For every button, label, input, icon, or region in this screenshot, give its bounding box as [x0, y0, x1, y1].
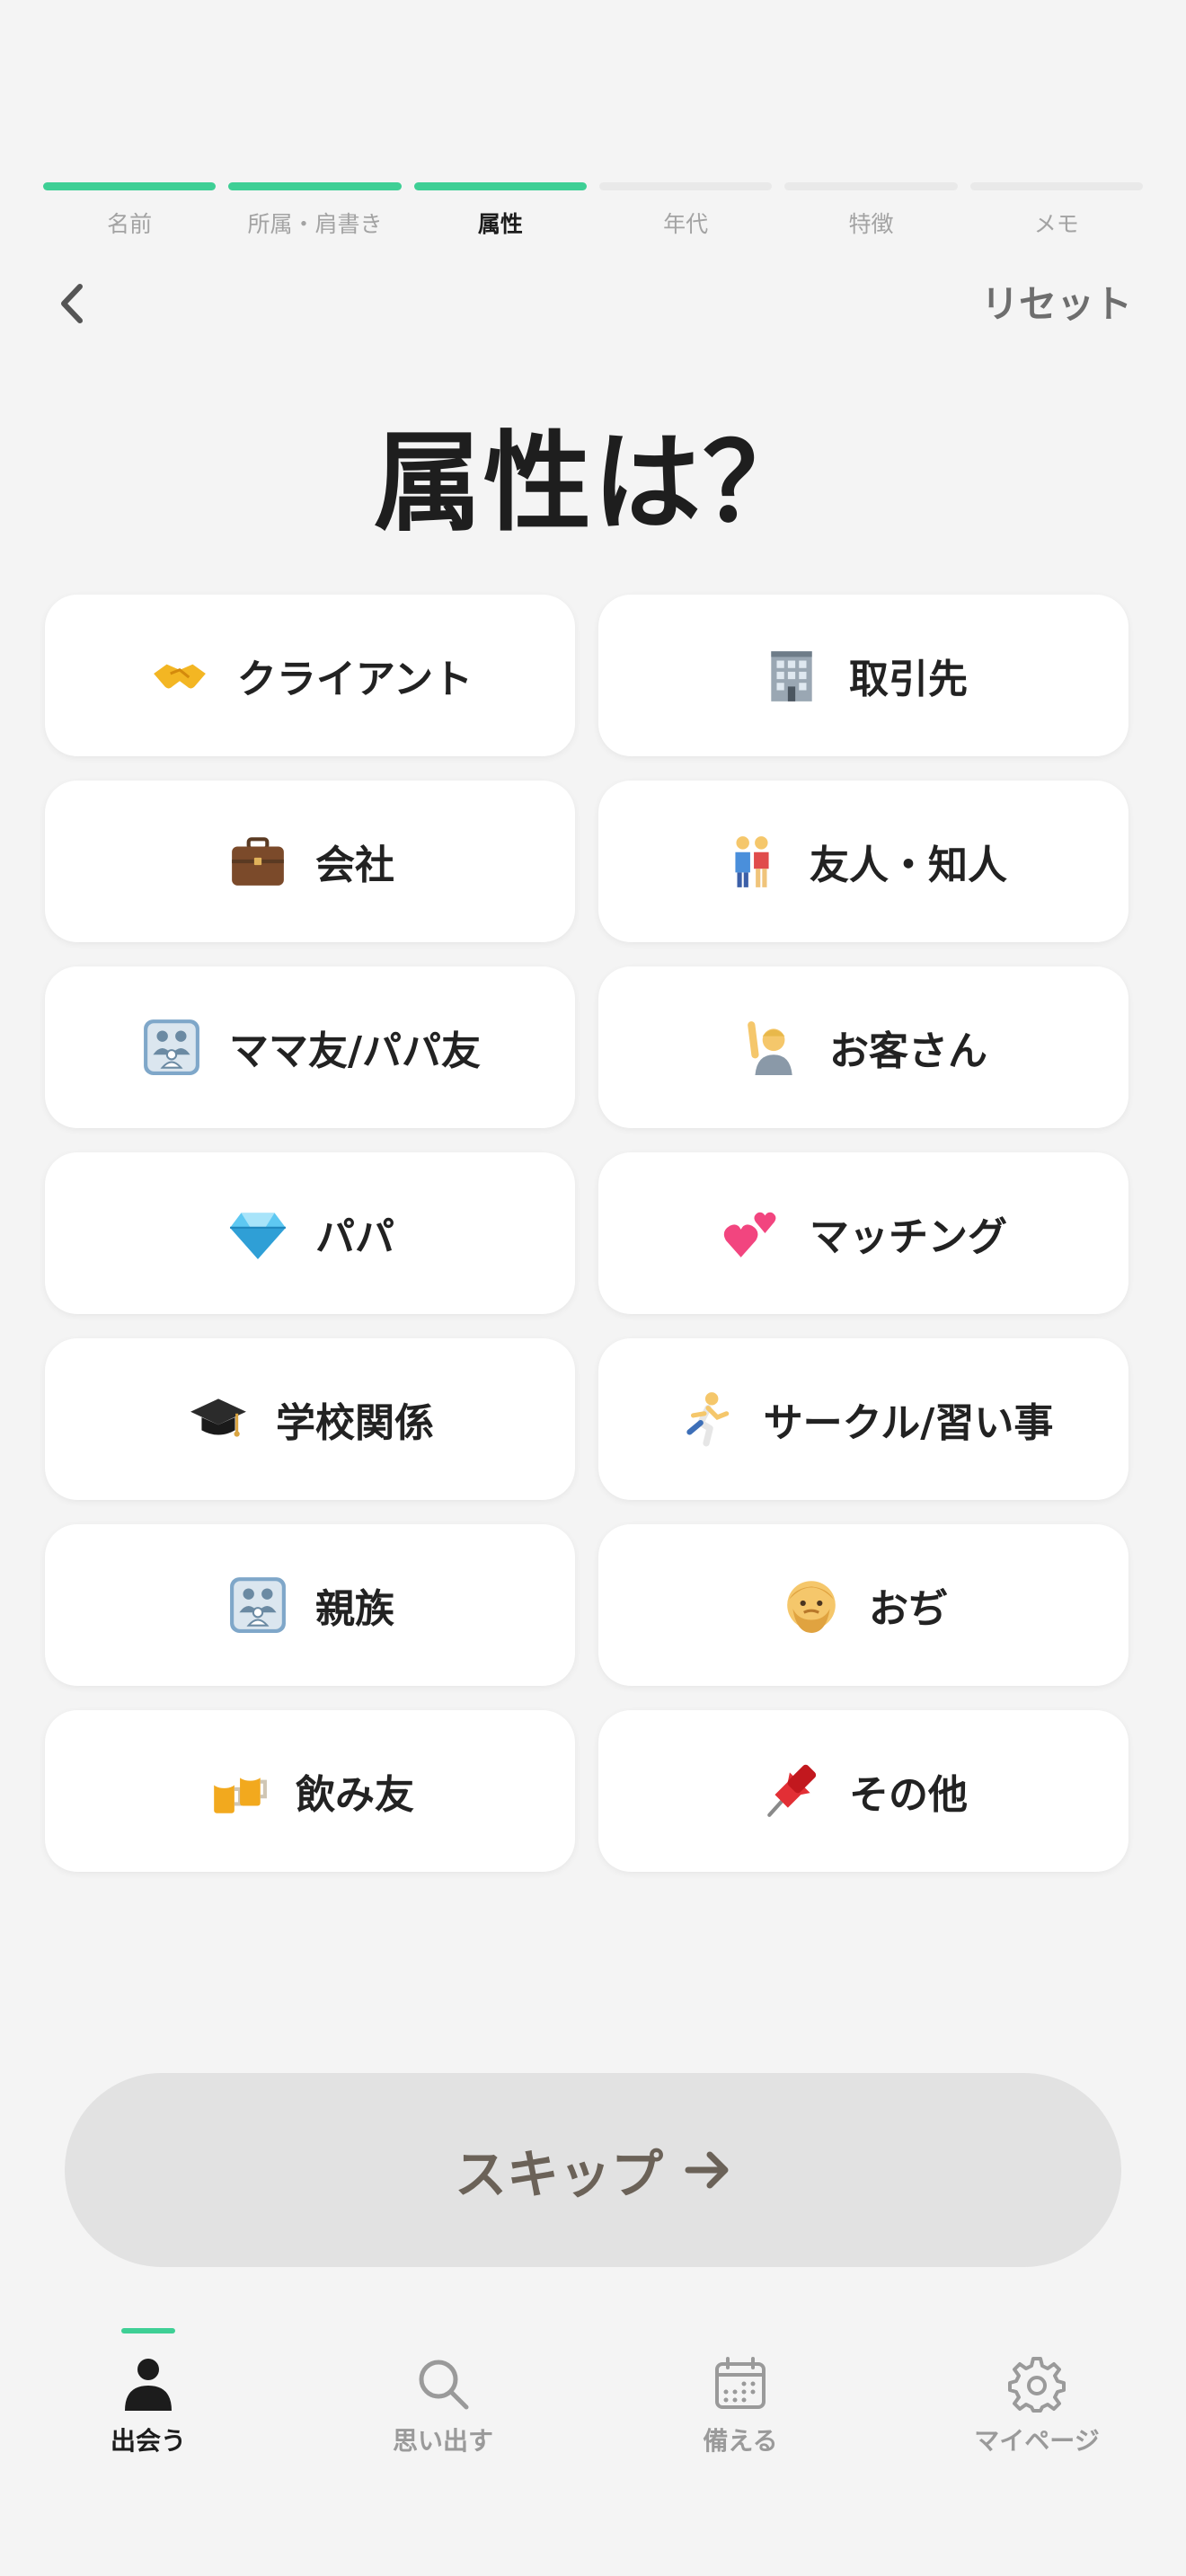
step-memo[interactable]: メモ: [969, 182, 1143, 239]
tab-recall[interactable]: 思い出す: [344, 2328, 542, 2457]
step-features[interactable]: 特徴: [784, 182, 958, 239]
option-drinking-friends[interactable]: 飲み友: [45, 1710, 575, 1872]
step-label: 特徴: [848, 211, 894, 237]
search-icon: [419, 2360, 469, 2410]
arrow-right-icon: [685, 2151, 729, 2189]
back-button[interactable]: [47, 278, 97, 329]
step-name[interactable]: 名前: [43, 182, 217, 239]
step-bar: [598, 182, 773, 190]
step-label: 属性: [477, 211, 523, 237]
chevron-left-icon: [61, 284, 83, 323]
family-icon: [226, 1573, 290, 1637]
tab-prepare[interactable]: 備える: [642, 2328, 839, 2457]
step-bar: [784, 182, 958, 190]
bottom-tab-bar: 出会う 思い出す 備える マイページ: [0, 2328, 1186, 2472]
graduation-cap-icon: [186, 1387, 251, 1451]
option-company[interactable]: 会社: [45, 781, 575, 942]
attribute-options: クライアント 取引先 会社 友人・知人 ママ友/パパ友 お客さん パパ マッチン…: [45, 595, 1128, 1872]
person-icon: [125, 2359, 172, 2411]
step-bar: [413, 182, 587, 190]
option-label: 友人・知人: [810, 842, 1007, 888]
option-relatives[interactable]: 親族: [45, 1524, 575, 1686]
runner-icon: [674, 1387, 739, 1451]
pushpin-icon: [759, 1759, 824, 1823]
step-age[interactable]: 年代: [598, 182, 773, 239]
page-title: 属性は？: [374, 421, 812, 546]
beer-mugs-icon: [206, 1759, 270, 1823]
gem-icon: [226, 1201, 290, 1266]
option-oji[interactable]: おぢ: [598, 1524, 1128, 1686]
gear-icon: [1008, 2357, 1066, 2413]
option-matching[interactable]: マッチング: [598, 1152, 1128, 1314]
option-label: マッチング: [810, 1214, 1007, 1260]
progress-steps: 名前 所属・肩書き 属性 年代 特徴 メモ: [43, 182, 1143, 239]
family-icon: [139, 1015, 204, 1080]
option-label: お客さん: [829, 1028, 987, 1074]
option-label: パパ: [315, 1214, 394, 1260]
briefcase-icon: [226, 829, 290, 894]
calendar-icon: [715, 2357, 766, 2409]
step-affiliation[interactable]: 所属・肩書き: [228, 182, 402, 239]
tab-meet[interactable]: 出会う: [49, 2328, 247, 2457]
option-label: ママ友/パパ友: [228, 1028, 482, 1074]
option-parent-friends[interactable]: ママ友/パパ友: [45, 966, 575, 1128]
option-label: 学校関係: [276, 1400, 434, 1446]
step-label: 名前: [107, 211, 153, 237]
option-business-partner[interactable]: 取引先: [598, 595, 1128, 756]
older-man-icon: [779, 1573, 844, 1637]
option-school[interactable]: 学校関係: [45, 1338, 575, 1500]
tab-mypage[interactable]: マイページ: [938, 2328, 1136, 2457]
option-papa[interactable]: パパ: [45, 1152, 575, 1314]
option-label: 飲み友: [296, 1772, 414, 1818]
step-bar: [43, 182, 217, 190]
option-client[interactable]: クライアント: [45, 595, 575, 756]
tab-active-indicator: [416, 2328, 470, 2333]
skip-button[interactable]: スキップ: [65, 2073, 1121, 2267]
reset-button[interactable]: リセット: [981, 274, 1132, 329]
option-label: 会社: [315, 842, 394, 888]
tab-label: マイページ: [974, 2426, 1100, 2456]
tab-label: 備える: [703, 2426, 778, 2456]
tab-label: 思い出す: [392, 2426, 493, 2456]
handshake-icon: [147, 643, 212, 708]
option-circle[interactable]: サークル/習い事: [598, 1338, 1128, 1500]
person-raising-hand-icon: [739, 1015, 804, 1080]
step-bar: [969, 182, 1143, 190]
option-customer[interactable]: お客さん: [598, 966, 1128, 1128]
tab-active-indicator: [713, 2328, 767, 2333]
two-hearts-icon: [720, 1201, 784, 1266]
couple-icon: [720, 829, 784, 894]
option-label: その他: [849, 1772, 968, 1818]
option-other[interactable]: その他: [598, 1710, 1128, 1872]
office-building-icon: [759, 643, 824, 708]
step-label: 年代: [663, 211, 709, 237]
step-label: 所属・肩書き: [247, 211, 383, 237]
tab-active-indicator: [1010, 2328, 1064, 2333]
option-label: サークル/習い事: [763, 1400, 1054, 1446]
step-attribute[interactable]: 属性: [413, 182, 587, 239]
option-label: クライアント: [236, 657, 474, 702]
step-bar: [228, 182, 402, 190]
attribute-selection-screen: 名前 所属・肩書き 属性 年代 特徴 メモ リセット 属性は？ クライアント 取…: [0, 0, 1186, 2576]
option-label: 取引先: [849, 657, 968, 702]
option-label: 親族: [315, 1586, 394, 1632]
tab-active-indicator: [121, 2328, 175, 2333]
skip-label: スキップ: [454, 2144, 663, 2205]
step-label: メモ: [1033, 211, 1079, 237]
tab-label: 出会う: [110, 2426, 186, 2456]
option-friend[interactable]: 友人・知人: [598, 781, 1128, 942]
option-label: おぢ: [869, 1586, 948, 1632]
